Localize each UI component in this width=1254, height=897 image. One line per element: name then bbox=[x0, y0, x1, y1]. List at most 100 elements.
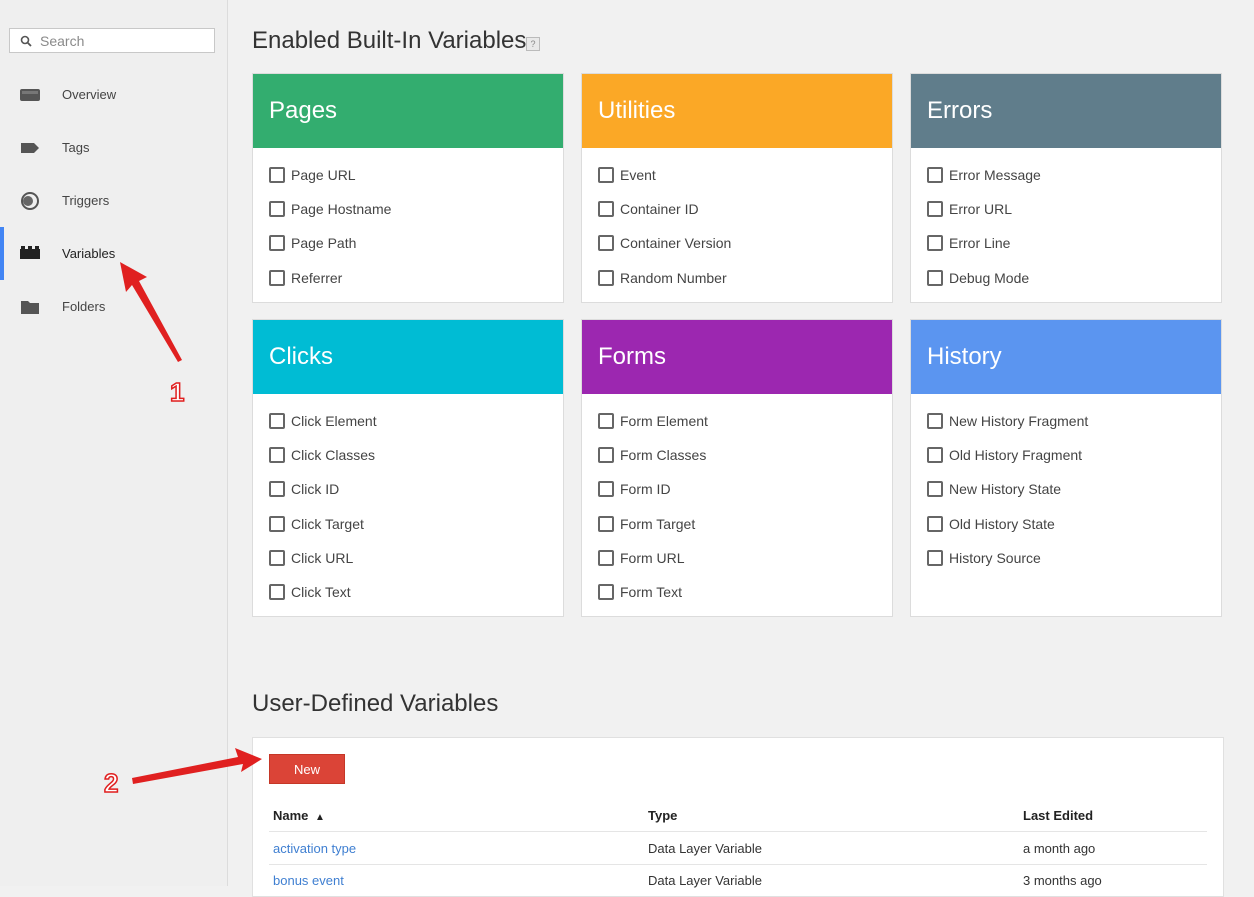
checkbox-row[interactable]: New History Fragment bbox=[911, 404, 1221, 438]
checkbox-label: Click Element bbox=[291, 413, 377, 430]
checkbox-label: Click Target bbox=[291, 515, 364, 532]
variable-last-edited: a month ago bbox=[1023, 841, 1096, 856]
checkbox-row[interactable]: Referrer bbox=[253, 261, 563, 295]
card-clicks: Clicks Click Element Click Classes Click ID… bbox=[252, 319, 564, 617]
new-variable-button[interactable]: New bbox=[269, 754, 345, 784]
checkbox-row[interactable]: Click Element bbox=[253, 404, 563, 438]
checkbox[interactable] bbox=[598, 549, 614, 566]
checkbox-row[interactable]: Event bbox=[582, 158, 892, 192]
checkbox-row[interactable]: Form Element bbox=[582, 404, 892, 438]
divider bbox=[269, 831, 1207, 832]
sidebar-item-label: Folders bbox=[62, 299, 106, 314]
checkbox[interactable] bbox=[927, 481, 943, 498]
checkbox[interactable] bbox=[269, 515, 285, 532]
checkbox-row[interactable]: Error Message bbox=[911, 158, 1221, 192]
checkbox-label: Form Classes bbox=[620, 447, 707, 464]
checkbox[interactable] bbox=[269, 413, 285, 430]
checkbox[interactable] bbox=[927, 269, 943, 286]
checkbox-label: New History Fragment bbox=[949, 413, 1089, 430]
checkbox-row[interactable]: Container Version bbox=[582, 226, 892, 260]
checkbox[interactable] bbox=[927, 201, 943, 218]
sidebar-item-overview[interactable]: Overview bbox=[0, 72, 227, 118]
checkbox-row[interactable]: Form Classes bbox=[582, 438, 892, 472]
sidebar: Overview Tags Triggers Variables Folders bbox=[0, 0, 228, 886]
checkbox[interactable] bbox=[598, 269, 614, 286]
checkbox-row[interactable]: Random Number bbox=[582, 261, 892, 295]
checkbox-row[interactable]: Click Classes bbox=[253, 438, 563, 472]
checkbox[interactable] bbox=[927, 447, 943, 464]
checkbox[interactable] bbox=[598, 447, 614, 464]
checkbox[interactable] bbox=[927, 413, 943, 430]
checkbox[interactable] bbox=[269, 481, 285, 498]
checkbox-row[interactable]: Form Text bbox=[582, 575, 892, 609]
variable-name-link[interactable]: activation type bbox=[273, 841, 356, 856]
checkbox-row[interactable]: Container ID bbox=[582, 192, 892, 226]
search-box[interactable] bbox=[9, 28, 215, 53]
help-icon[interactable]: ? bbox=[526, 37, 540, 51]
checkbox[interactable] bbox=[927, 235, 943, 252]
search-icon bbox=[20, 35, 32, 47]
checkbox[interactable] bbox=[269, 549, 285, 566]
checkbox-row[interactable]: Page URL bbox=[253, 158, 563, 192]
checkbox[interactable] bbox=[927, 167, 943, 184]
annotation-2: 2 bbox=[103, 767, 119, 799]
checkbox[interactable] bbox=[269, 235, 285, 252]
tag-icon bbox=[21, 143, 39, 153]
checkbox[interactable] bbox=[269, 447, 285, 464]
card-title: Utilities bbox=[582, 74, 892, 148]
checkbox[interactable] bbox=[598, 167, 614, 184]
checkbox-row[interactable]: Click Text bbox=[253, 575, 563, 609]
triggers-icon bbox=[21, 192, 39, 210]
sidebar-item-label: Variables bbox=[62, 246, 116, 261]
checkbox-row[interactable]: Click URL bbox=[253, 541, 563, 575]
column-header-type[interactable]: Type bbox=[648, 808, 677, 823]
checkbox[interactable] bbox=[598, 584, 614, 601]
checkbox[interactable] bbox=[927, 549, 943, 566]
checkbox-row[interactable]: Form Target bbox=[582, 507, 892, 541]
checkbox[interactable] bbox=[598, 515, 614, 532]
checkbox-label: Click Classes bbox=[291, 447, 376, 464]
checkbox-row[interactable]: Click ID bbox=[253, 472, 563, 506]
checkbox[interactable] bbox=[269, 201, 285, 218]
card-title: History bbox=[911, 320, 1221, 394]
checkbox-row[interactable]: History Source bbox=[911, 541, 1221, 575]
sidebar-item-folders[interactable]: Folders bbox=[0, 284, 227, 330]
card-pages: Pages Page URL Page Hostname Page Path Refer… bbox=[252, 73, 564, 303]
checkbox-row[interactable]: Page Path bbox=[253, 226, 563, 260]
checkbox-label: Form URL bbox=[620, 549, 685, 566]
checkbox-label: Form ID bbox=[620, 481, 671, 498]
card-forms: Forms Form Element Form Classes Form ID Form… bbox=[581, 319, 893, 617]
checkbox-label: Event bbox=[620, 167, 656, 184]
checkbox[interactable] bbox=[927, 515, 943, 532]
checkbox-row[interactable]: Form ID bbox=[582, 472, 892, 506]
card-title: Errors bbox=[911, 74, 1221, 148]
checkbox-label: Click Text bbox=[291, 584, 351, 601]
checkbox-label: Page Path bbox=[291, 235, 357, 252]
checkbox-row[interactable]: Click Target bbox=[253, 507, 563, 541]
checkbox[interactable] bbox=[269, 269, 285, 286]
checkbox[interactable] bbox=[598, 201, 614, 218]
checkbox[interactable] bbox=[269, 167, 285, 184]
checkbox[interactable] bbox=[269, 584, 285, 601]
checkbox-row[interactable]: Old History State bbox=[911, 507, 1221, 541]
checkbox-row[interactable]: New History State bbox=[911, 472, 1221, 506]
sidebar-item-variables[interactable]: Variables bbox=[0, 227, 227, 280]
search-input[interactable] bbox=[38, 31, 202, 50]
checkbox-label: Form Text bbox=[620, 584, 682, 601]
checkbox-row[interactable]: Page Hostname bbox=[253, 192, 563, 226]
checkbox-row[interactable]: Error Line bbox=[911, 226, 1221, 260]
sidebar-item-triggers[interactable]: Triggers bbox=[0, 178, 227, 224]
checkbox-row[interactable]: Debug Mode bbox=[911, 261, 1221, 295]
annotation-1: 1 bbox=[169, 376, 185, 408]
column-header-name[interactable]: Name ▲ bbox=[273, 808, 325, 823]
checkbox[interactable] bbox=[598, 413, 614, 430]
sort-ascending-icon[interactable]: ▲ bbox=[315, 812, 325, 823]
checkbox[interactable] bbox=[598, 235, 614, 252]
sidebar-item-tags[interactable]: Tags bbox=[0, 125, 227, 171]
checkbox-row[interactable]: Old History Fragment bbox=[911, 438, 1221, 472]
column-header-last-edited[interactable]: Last Edited bbox=[1023, 808, 1093, 823]
checkbox-row[interactable]: Form URL bbox=[582, 541, 892, 575]
checkbox-label: Container ID bbox=[620, 201, 699, 218]
checkbox[interactable] bbox=[598, 481, 614, 498]
checkbox-row[interactable]: Error URL bbox=[911, 192, 1221, 226]
